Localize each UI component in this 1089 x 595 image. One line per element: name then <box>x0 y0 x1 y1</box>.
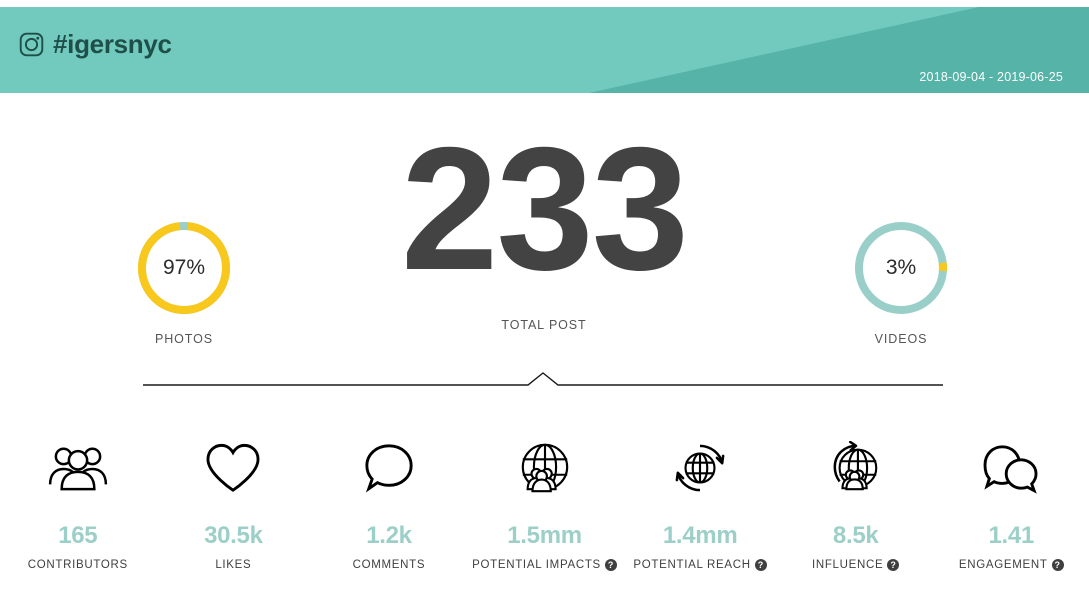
globe-refresh-icon <box>622 440 778 496</box>
metric-potential-impacts: 1.5mm POTENTIAL IMPACTS ? <box>467 440 623 571</box>
photos-percent-text: 97% <box>162 256 206 279</box>
metric-influence: 8.5k INFLUENCE ? <box>778 440 934 571</box>
globe-influence-icon <box>778 440 934 496</box>
metric-value: 8.5k <box>832 522 879 549</box>
metric-label-wrap: LIKES ? <box>156 559 312 571</box>
summary-section: 97% PHOTOS 233 TOTAL POST 3% VIDEOS <box>0 112 1089 350</box>
videos-donut-block: 3% VIDEOS <box>801 218 1001 346</box>
metric-label-wrap: INFLUENCE ? <box>778 559 934 571</box>
videos-label: VIDEOS <box>874 332 928 346</box>
help-icon[interactable]: ? <box>1051 559 1064 571</box>
instagram-icon <box>18 31 45 58</box>
metric-label-wrap: ENGAGEMENT ? <box>933 559 1089 571</box>
metric-value: 165 <box>58 522 98 549</box>
videos-percent-text: 3% <box>885 256 917 279</box>
metric-value: 30.5k <box>204 522 263 549</box>
header-hashtag-title: #igersnyc <box>53 29 172 59</box>
globe-people-icon <box>467 440 623 496</box>
metric-potential-reach: 1.4mm POTENTIAL REACH ? <box>622 440 778 571</box>
double-bubble-icon <box>933 440 1089 496</box>
metric-label-wrap: POTENTIAL IMPACTS ? <box>467 559 623 571</box>
help-icon[interactable]: ? <box>604 559 617 571</box>
metric-label: POTENTIAL IMPACTS <box>472 559 601 571</box>
metric-label: POTENTIAL REACH <box>633 559 751 571</box>
header-date-range: 2018-09-04 - 2019-06-25 <box>919 70 1063 84</box>
help-icon[interactable]: ? <box>754 559 767 571</box>
metric-comments: 1.2k COMMENTS ? <box>311 440 467 571</box>
metric-label: LIKES <box>215 559 252 571</box>
photos-donut-block: 97% PHOTOS <box>84 218 284 346</box>
metric-value: 1.41 <box>988 522 1035 549</box>
metric-engagement: 1.41 ENGAGEMENT ? <box>933 440 1089 571</box>
metric-contributors: 165 CONTRIBUTORS ? <box>0 440 156 571</box>
metric-label: CONTRIBUTORS <box>27 559 128 571</box>
help-icon[interactable]: ? <box>887 559 900 571</box>
header-brand: #igersnyc <box>18 29 172 60</box>
heart-icon <box>156 440 312 496</box>
people-group-icon <box>0 440 156 496</box>
section-divider <box>143 372 943 390</box>
metric-label: COMMENTS <box>352 559 426 571</box>
speech-bubble-icon <box>311 440 467 496</box>
metric-label-wrap: CONTRIBUTORS ? <box>0 559 156 571</box>
metric-label: INFLUENCE <box>811 559 884 571</box>
videos-donut-chart: 3% <box>851 218 951 318</box>
metrics-row: 165 CONTRIBUTORS ? 30.5k LIKES ? 1.2k CO… <box>0 440 1089 571</box>
total-post-label: TOTAL POST <box>501 318 587 332</box>
metric-label-wrap: POTENTIAL REACH ? <box>622 559 778 571</box>
page-header: #igersnyc 2018-09-04 - 2019-06-25 <box>0 7 1089 93</box>
photos-donut-chart: 97% <box>134 218 234 318</box>
total-post-block: 233 TOTAL POST <box>294 112 794 332</box>
metric-value: 1.5mm <box>507 522 582 549</box>
metric-value: 1.4mm <box>662 522 738 549</box>
photos-label: PHOTOS <box>155 332 213 346</box>
metric-label-wrap: COMMENTS ? <box>311 559 467 571</box>
metric-label: ENGAGEMENT <box>958 559 1048 571</box>
metric-likes: 30.5k LIKES ? <box>156 440 312 571</box>
metric-value: 1.2k <box>366 522 412 549</box>
total-post-value: 233 <box>401 112 689 307</box>
